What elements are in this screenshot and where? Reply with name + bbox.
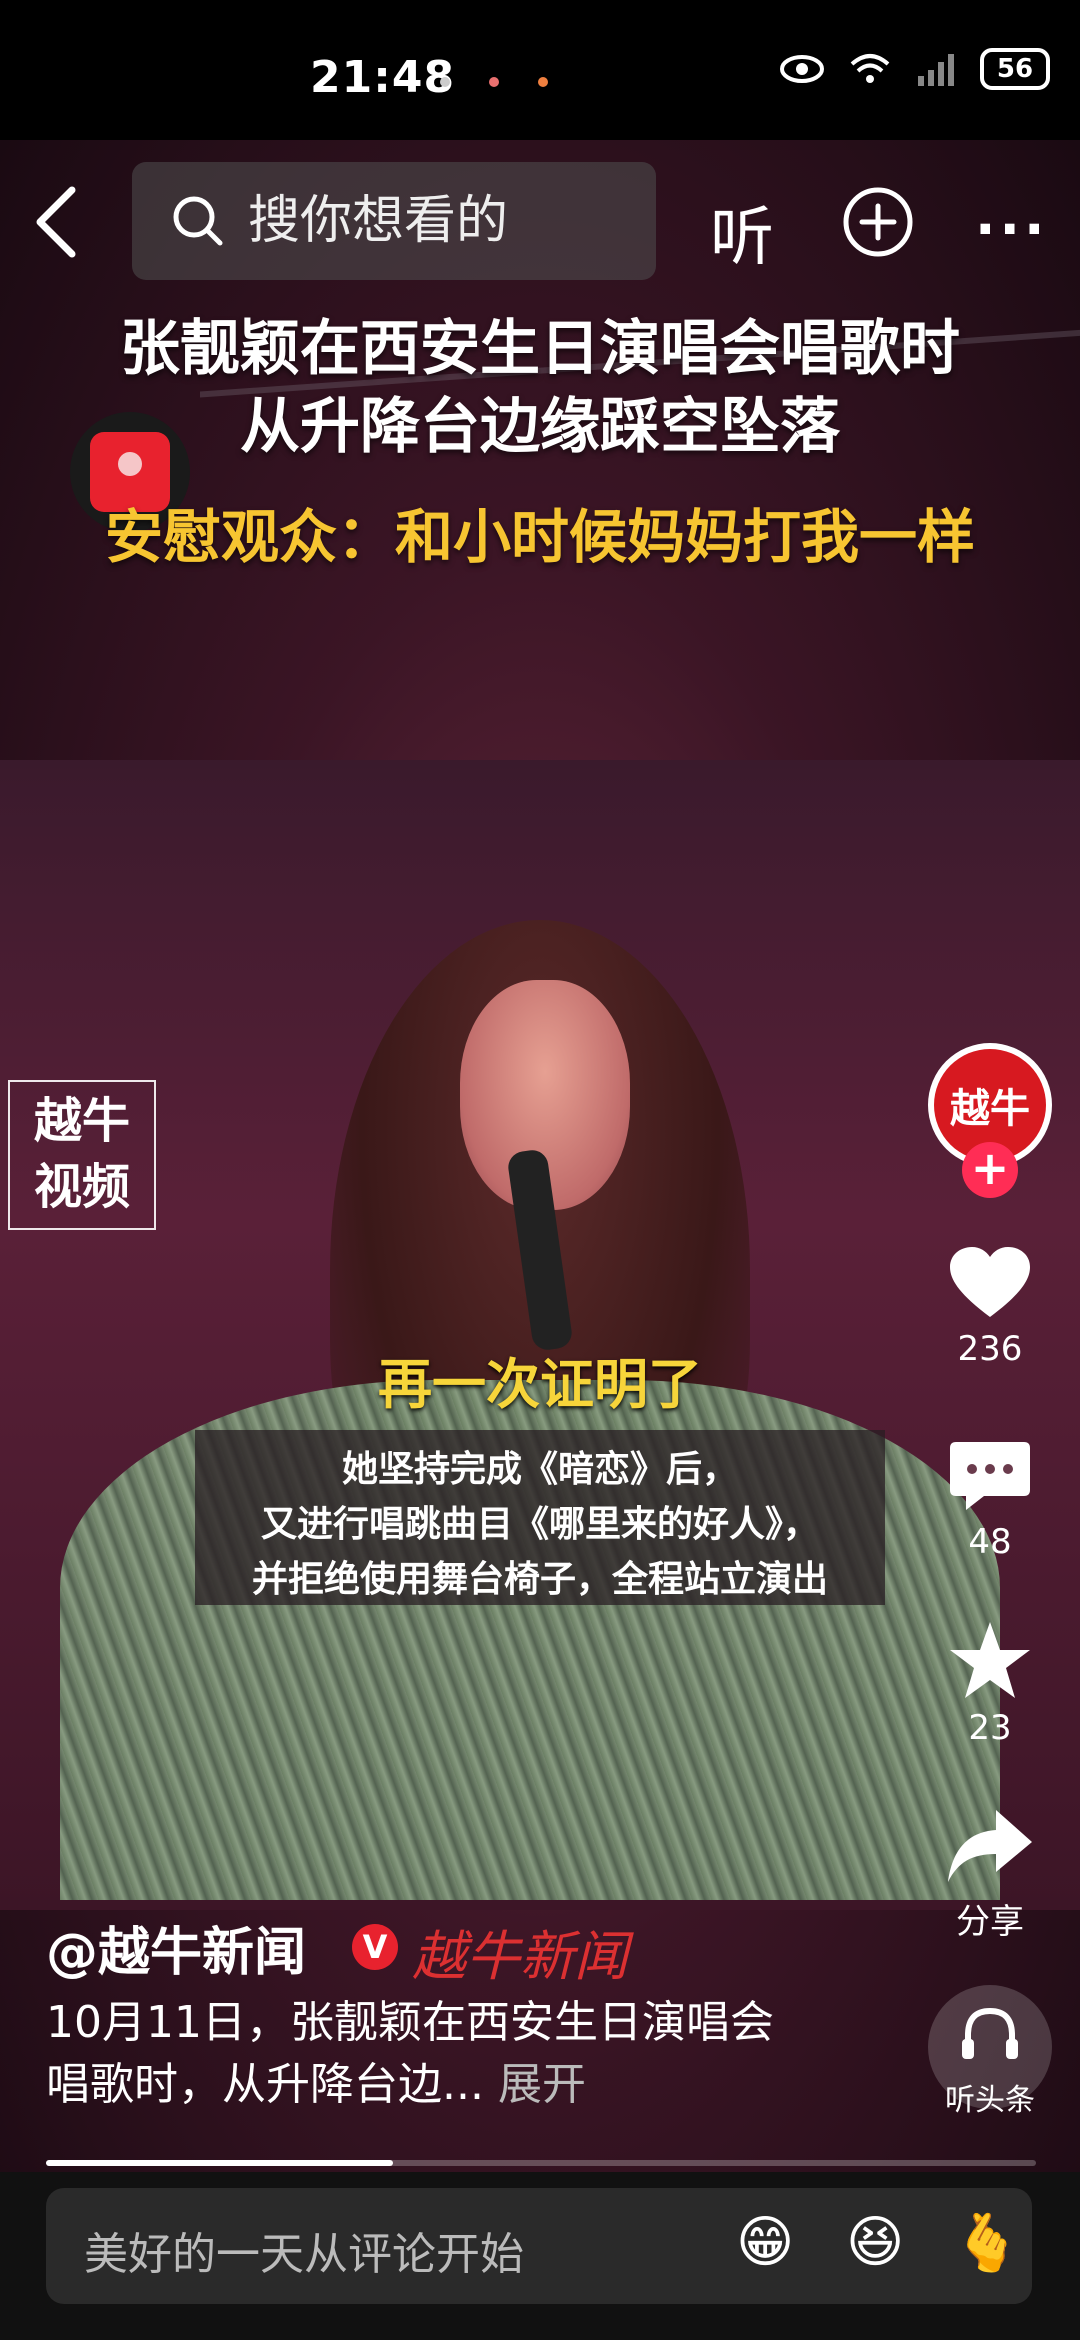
author-name[interactable]: @越牛新闻 <box>46 1910 306 1985</box>
notification-dot-icon <box>538 77 549 87</box>
more-button[interactable]: ··· <box>975 198 1049 261</box>
listen-headline-label: 听头条 <box>945 2083 1035 2118</box>
comment-count: 48 <box>968 1522 1012 1562</box>
share-label: 分享 <box>956 1902 1024 1942</box>
comment-input[interactable]: 美好的一天从评论开始 😁 😆 🫰 <box>46 2188 1032 2304</box>
heart-icon <box>950 1247 1030 1317</box>
search-icon <box>173 196 223 246</box>
subtitle-line2: 又进行唱跳曲目《哪里来的好人》， <box>260 1504 819 1545</box>
signal-icon <box>918 54 954 86</box>
video-title-line3: 安慰观众：和小时候妈妈打我一样 <box>104 503 975 571</box>
favorite-count: 23 <box>968 1708 1012 1748</box>
like-button[interactable]: 236 <box>930 1245 1050 1369</box>
star-icon <box>950 1622 1030 1698</box>
top-nav: 听 ··· <box>0 150 1080 290</box>
finger-heart-emoji-button[interactable]: 🫰 <box>952 2210 1022 2276</box>
video-description[interactable]: 10月11日，张靓颖在西安生日演唱会唱歌时，从升降台边... 展开 <box>46 1992 806 2116</box>
expand-button[interactable]: 展开 <box>498 2059 586 2110</box>
video-title-line2: 从升降台边缘踩空坠落 <box>240 392 840 462</box>
status-bar: 21:48 56 <box>0 0 1080 140</box>
channel-watermark: 越牛 视频 <box>8 1080 156 1230</box>
like-count: 236 <box>957 1329 1023 1369</box>
share-arrow-icon <box>948 1810 1032 1882</box>
comment-placeholder: 美好的一天从评论开始 <box>84 2229 524 2280</box>
video-title-line1: 张靓颖在西安生日演唱会唱歌时 <box>120 314 960 384</box>
grin-emoji-button[interactable]: 😁 <box>736 2210 794 2275</box>
headphones-icon <box>962 2007 1018 2059</box>
description-text: 10月11日，张靓颖在西安生日演唱会唱歌时，从升降台边... <box>46 1997 774 2110</box>
video-progress-bar[interactable] <box>46 2160 1036 2166</box>
search-input[interactable] <box>246 190 630 252</box>
brand-watermark: 越牛新闻 <box>412 1925 628 1988</box>
verified-badge-icon: V <box>352 1924 398 1970</box>
status-time: 21:48 <box>310 52 456 103</box>
laugh-emoji-button[interactable]: 😆 <box>846 2210 904 2275</box>
notification-dot-icon <box>489 77 500 87</box>
subtitle-highlight: 再一次证明了 <box>378 1353 702 1416</box>
favorite-button[interactable]: 23 <box>930 1620 1050 1748</box>
subtitle-line1: 她坚持完成《暗恋》后， <box>341 1449 738 1490</box>
watermark-text: 越牛 视频 <box>33 1093 130 1215</box>
plus-circle-icon[interactable] <box>842 186 914 258</box>
comment-button[interactable]: 48 <box>930 1438 1050 1562</box>
wifi-icon <box>850 54 890 83</box>
follow-button[interactable]: + <box>962 1142 1018 1198</box>
eye-icon <box>780 55 824 83</box>
listen-button[interactable]: 听 <box>710 186 774 278</box>
subtitle-line3: 并拒绝使用舞台椅子，全程站立演出 <box>251 1559 828 1600</box>
status-indicators: 56 <box>780 48 1050 90</box>
share-button[interactable]: 分享 <box>930 1806 1050 1943</box>
progress-fill <box>46 2160 393 2166</box>
notification-dot-icon <box>440 77 450 87</box>
search-bar[interactable] <box>132 162 656 280</box>
back-arrow-icon[interactable] <box>24 182 94 262</box>
comment-bubble-icon <box>950 1442 1030 1510</box>
notification-icons <box>440 72 582 91</box>
battery-icon: 56 <box>980 48 1050 90</box>
